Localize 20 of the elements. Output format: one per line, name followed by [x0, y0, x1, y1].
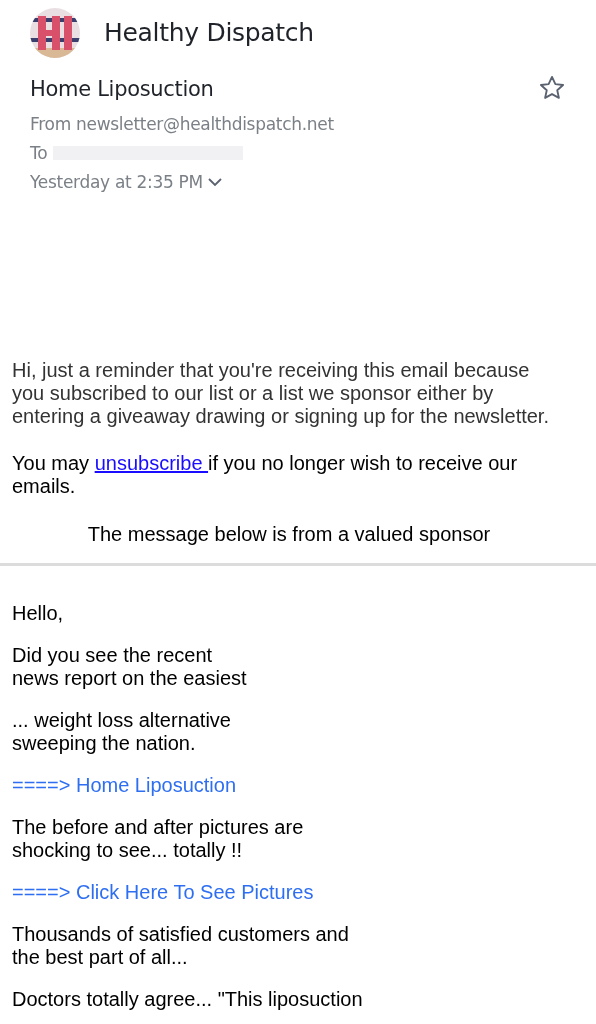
email-paragraph: The before and after pictures are shocking to see... totally !! — [12, 815, 305, 862]
notice-paragraph: Hi, just a reminder that you're receiving this email because you subscribed to our list or a list we sponsor either by entering a giveaway drawing or signing up for the newsletter. — [12, 358, 550, 428]
email-date: Yesterday at 2:35 PM — [30, 170, 203, 194]
sender-address: From newsletter@healthdispatch.net — [30, 112, 335, 136]
email-link[interactable]: ====> Click Here To See Pictures — [12, 880, 314, 903]
email-link[interactable]: ====> Home Liposuction — [12, 773, 237, 796]
star-icon[interactable] — [538, 74, 566, 102]
email-paragraph: Doctors totally agree... "This liposuction — [12, 987, 364, 1011]
chevron-down-icon[interactable] — [206, 177, 223, 187]
email-subject: Home Liposuction — [30, 76, 214, 103]
email-paragraph: Hello, — [12, 601, 65, 625]
sender-name: Healthy Dispatch — [104, 17, 314, 50]
email-paragraph: Did you see the recent news report on the easiest — [12, 643, 248, 690]
email-paragraph: Thousands of satisfied customers and the best part of all... — [12, 922, 350, 969]
unsubscribe-paragraph: You may unsubscribe if you no longer wish to receive our emails. — [12, 451, 519, 498]
recipient-label: To — [30, 141, 48, 165]
email-paragraph: ... weight loss alternative sweeping the nation. — [12, 708, 232, 755]
avatar-icon — [30, 8, 80, 58]
unsubscribe-link[interactable]: unsubscribe — [94, 451, 209, 474]
sponsor-note: The message below is from a valued sponsor — [86, 522, 492, 546]
